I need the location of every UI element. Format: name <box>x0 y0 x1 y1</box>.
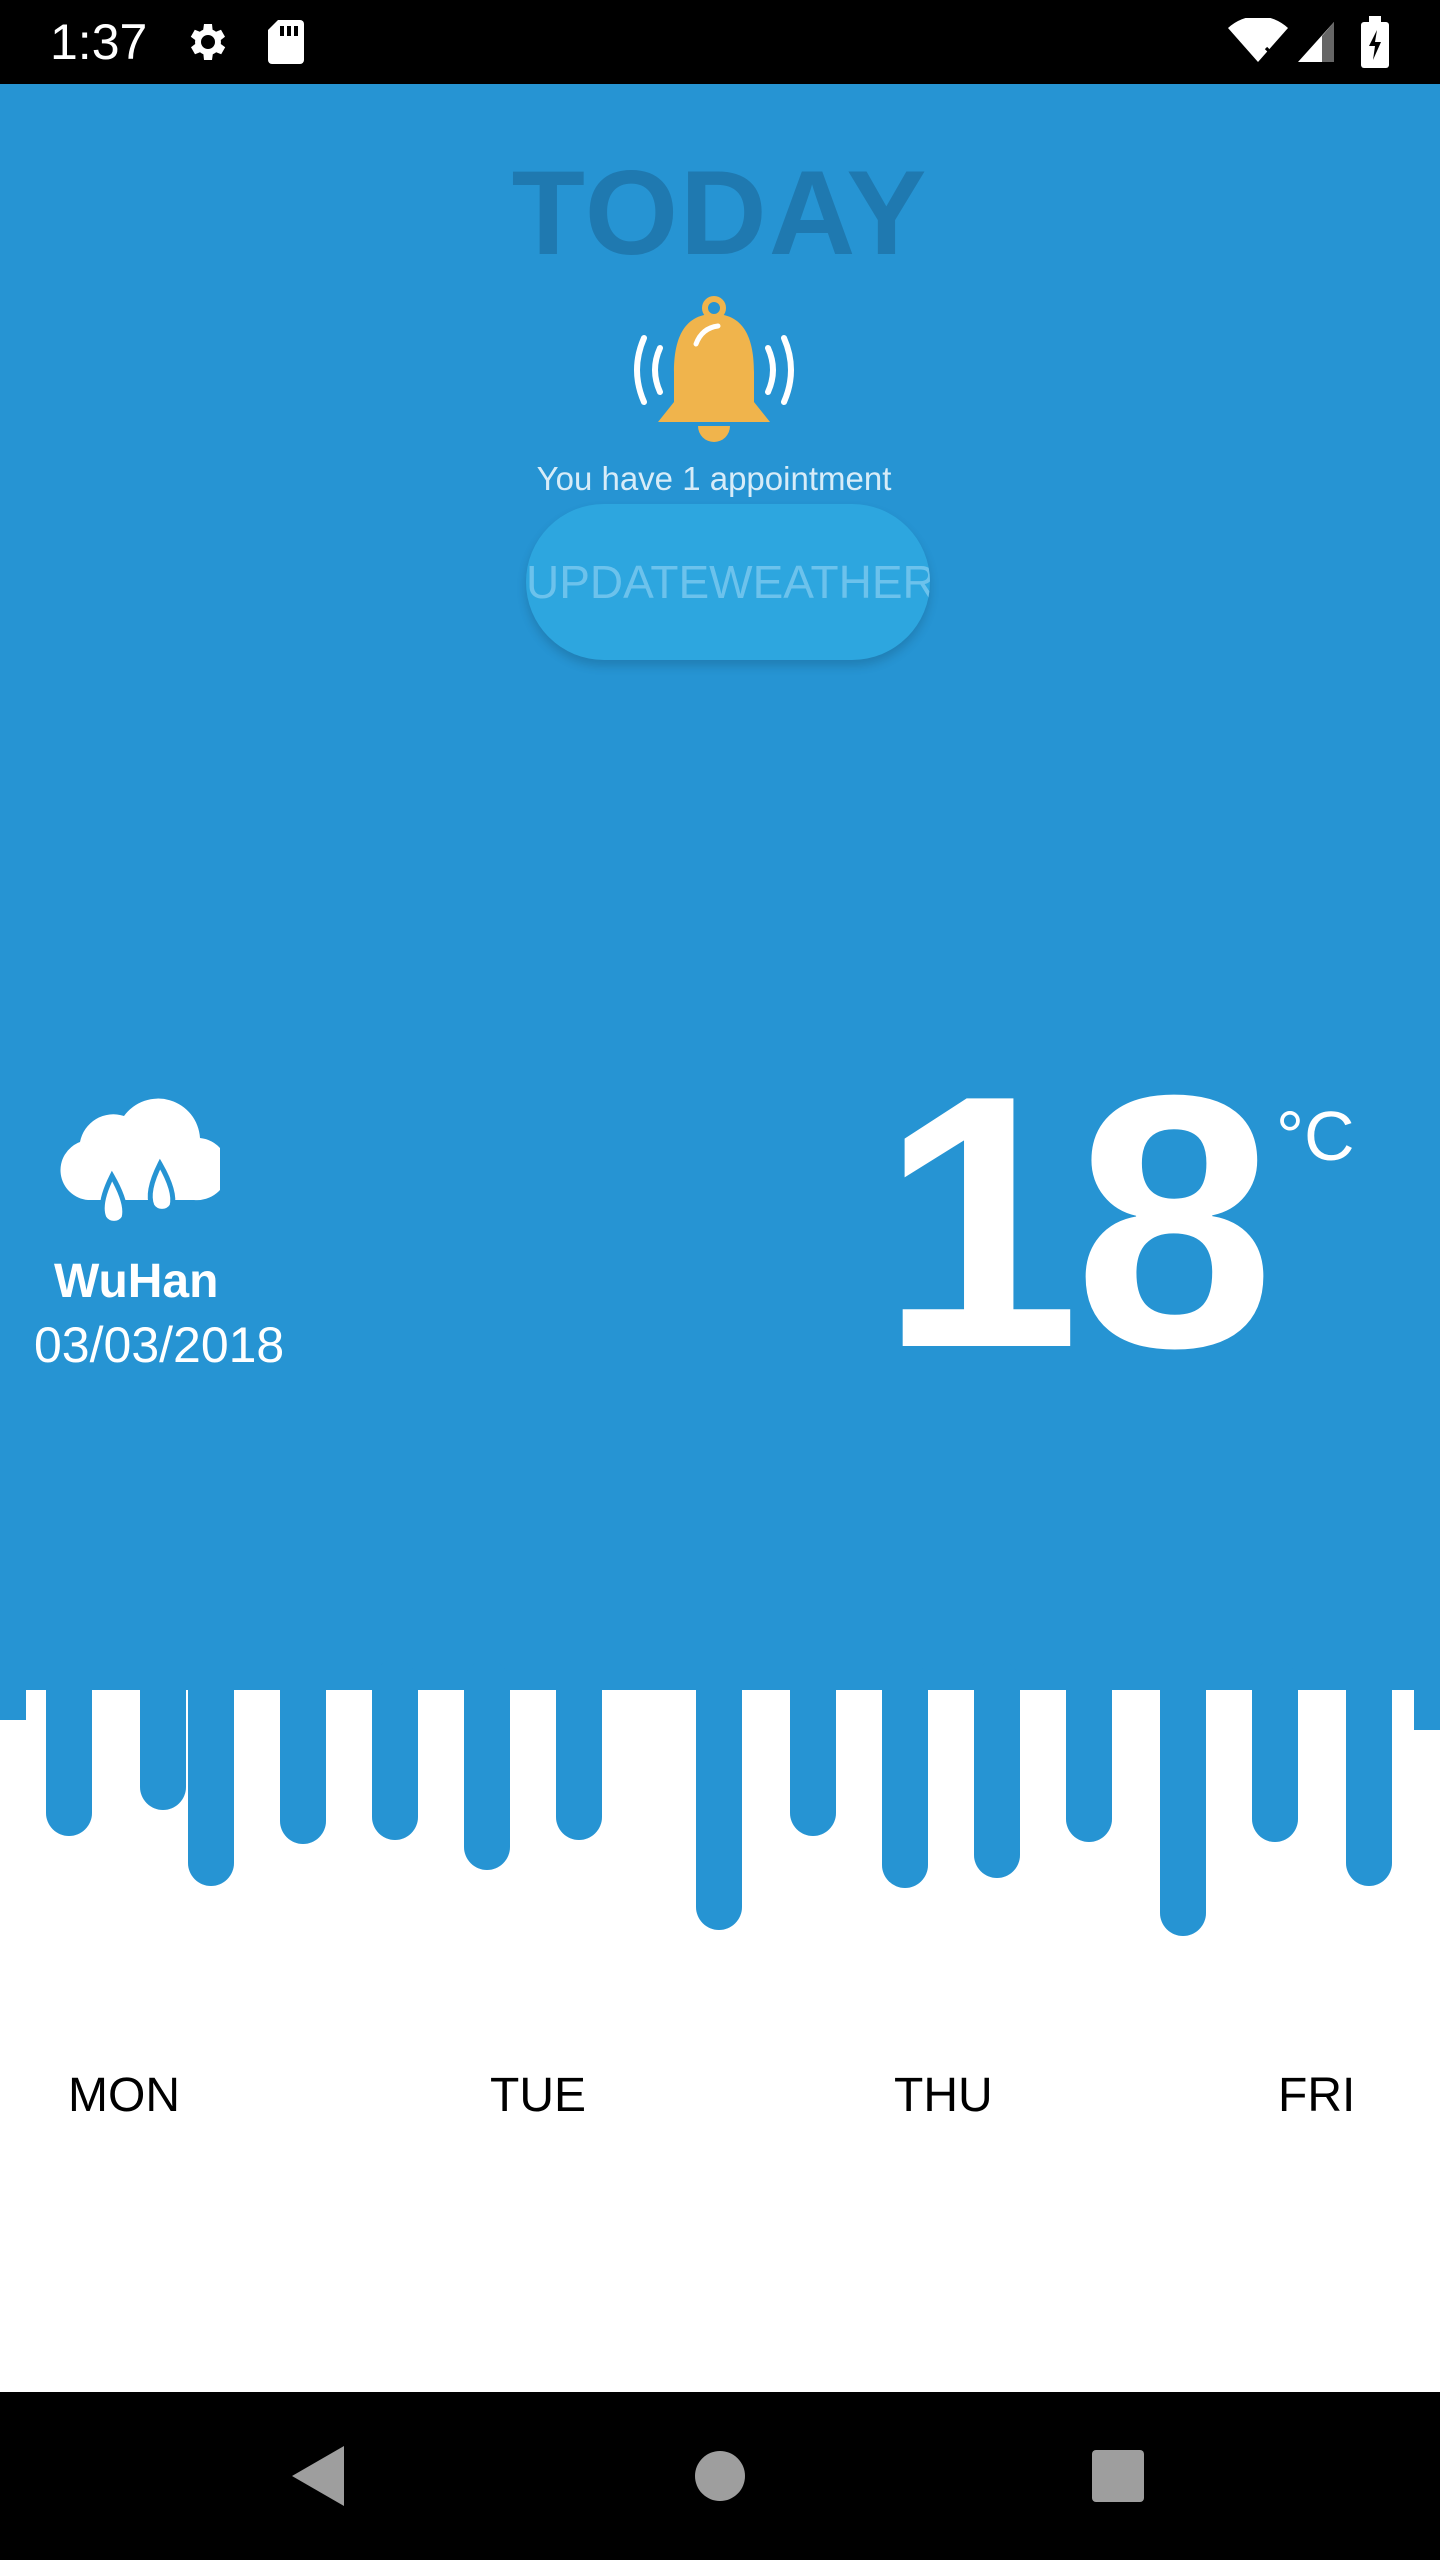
drip-wave-decoration <box>0 1660 1440 1940</box>
rain-cloud-icon <box>60 1098 220 1226</box>
forecast-day-fri[interactable]: FRI <box>1278 2068 1355 2123</box>
page-title: TODAY <box>511 146 929 280</box>
back-icon[interactable] <box>288 2442 348 2510</box>
signal-icon <box>1298 22 1334 62</box>
temperature-value: 18 <box>880 1021 1274 1423</box>
forecast-day-tue[interactable]: TUE <box>490 2068 586 2123</box>
gear-icon <box>190 24 226 60</box>
app-screen: 1:37 TODAY You have 1 appointment UPDATE… <box>0 0 1440 2560</box>
status-time: 1:37 <box>50 14 148 70</box>
navigation-bar <box>0 2392 1440 2560</box>
home-icon[interactable] <box>694 2450 746 2502</box>
forecast-day-thu[interactable]: THU <box>894 2068 993 2123</box>
battery-charging-icon <box>1361 16 1389 68</box>
forecast-day-mon[interactable]: MON <box>68 2068 180 2123</box>
status-bar: 1:37 <box>0 0 1440 84</box>
date-text: 03/03/2018 <box>34 1317 285 1373</box>
city-name: WuHan <box>54 1255 219 1308</box>
temperature-unit: °C <box>1276 1097 1355 1175</box>
weather-panel: TODAY You have 1 appointment UPDATEWEATH… <box>0 84 1440 1664</box>
sdcard-icon <box>268 20 304 64</box>
recents-icon[interactable] <box>1092 2450 1144 2502</box>
wifi-icon <box>1228 18 1288 62</box>
update-weather-button[interactable]: UPDATEWEATHER <box>526 504 930 660</box>
appointment-text: You have 1 appointment <box>536 460 892 497</box>
bell-icon <box>634 296 794 442</box>
